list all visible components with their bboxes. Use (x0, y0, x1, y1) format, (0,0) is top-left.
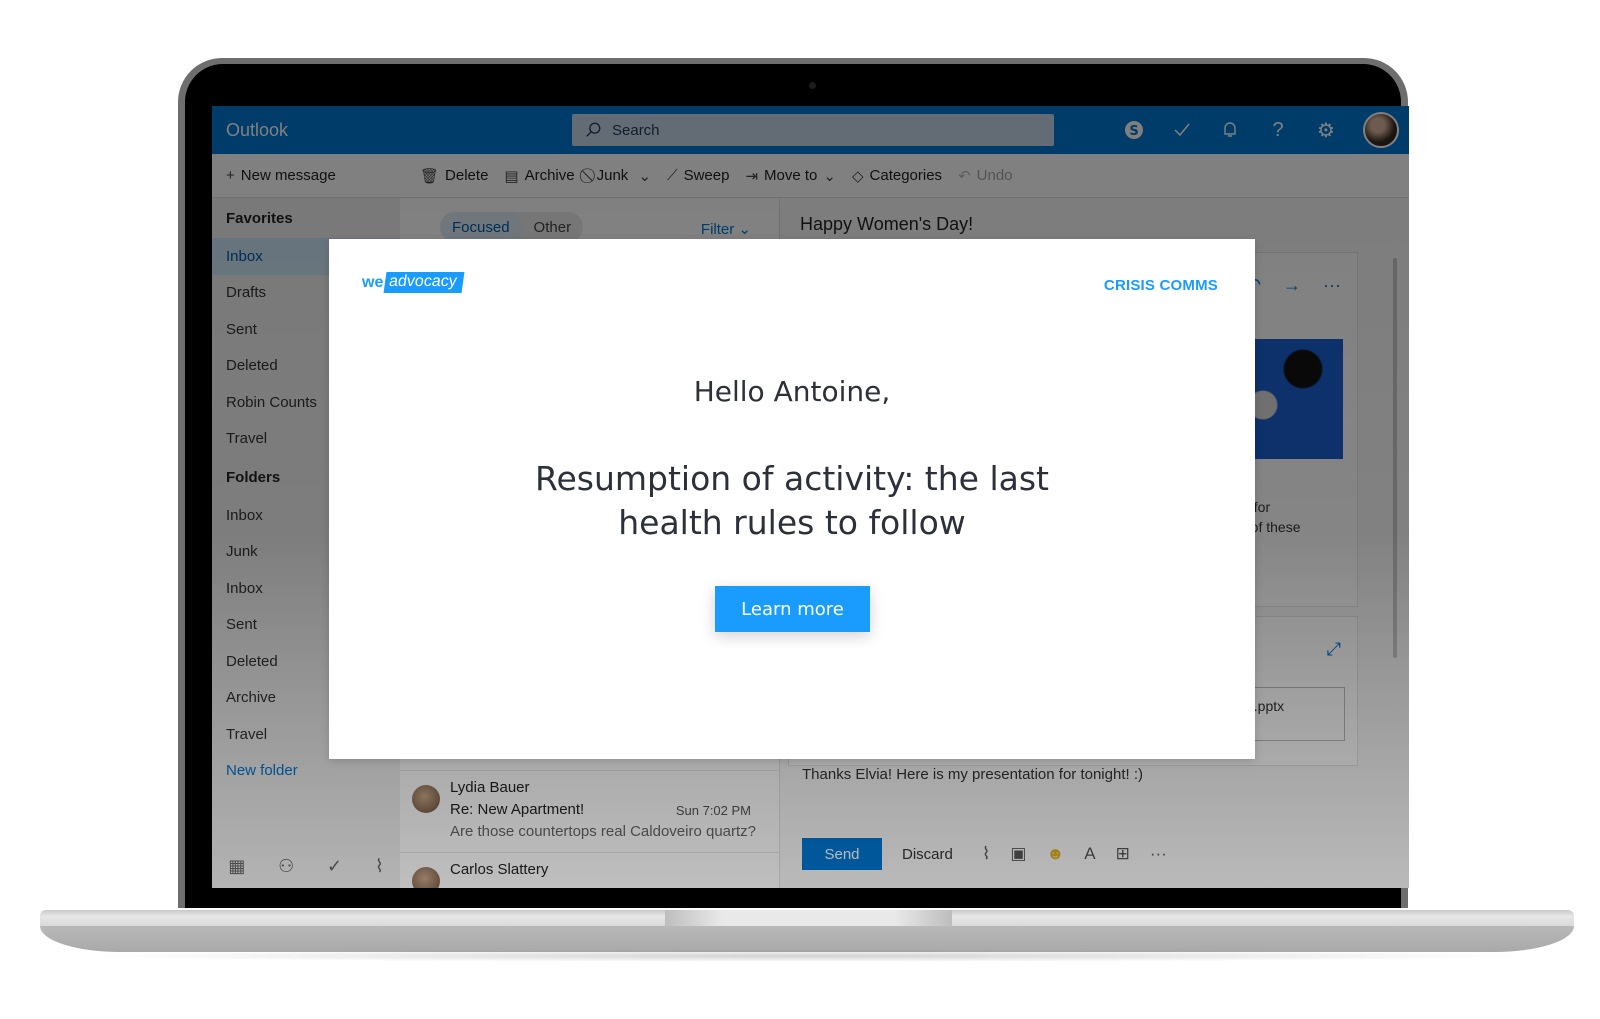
laptop-hinge-notch (665, 910, 952, 926)
laptop-base (40, 926, 1574, 952)
learn-more-button[interactable]: Learn more (715, 586, 870, 632)
logo-advocacy: advocacy (383, 272, 465, 293)
weadvocacy-logo: we advocacy (362, 272, 465, 293)
laptop-shadow (70, 950, 1544, 962)
headline: Resumption of activity: the last health … (535, 459, 1049, 542)
logo-we: we (362, 273, 384, 291)
laptop-mockup: Outlook Search S ? ⚙ +New message 🗑Delet… (0, 0, 1600, 1019)
category-label: CRISIS COMMS (1103, 277, 1218, 294)
advocacy-modal: we advocacy CRISIS COMMS Hello Antoine, … (329, 239, 1255, 759)
webcam (809, 82, 816, 89)
greeting: Hello Antoine, (693, 375, 891, 408)
